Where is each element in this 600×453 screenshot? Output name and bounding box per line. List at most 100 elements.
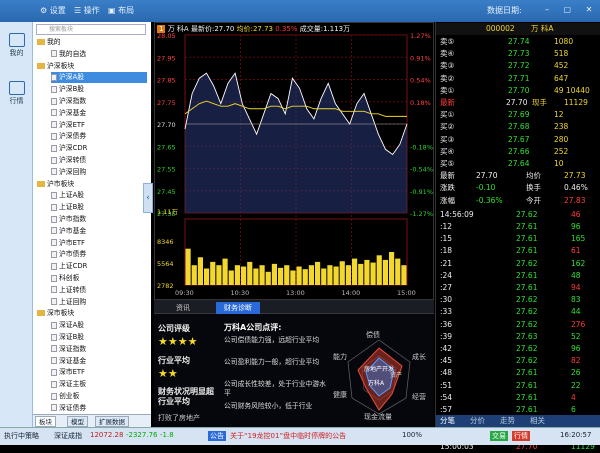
- tab-finance[interactable]: 财务诊断: [216, 302, 260, 314]
- tree-item[interactable]: 沪深基金: [51, 108, 147, 119]
- tree-item[interactable]: 深证A股: [51, 320, 147, 331]
- tree-item[interactable]: 上证A股: [51, 190, 147, 201]
- tree-item[interactable]: 沪深ETF: [51, 120, 147, 131]
- tree-search-input[interactable]: 搜索板块: [36, 24, 146, 35]
- tree-item[interactable]: 上证转债: [51, 285, 147, 296]
- review-item: 公司盈利能力一般，超行业平均: [224, 358, 320, 366]
- quote-cell: 162: [571, 258, 586, 268]
- tab-model[interactable]: 模型: [67, 416, 88, 427]
- tab-ticks[interactable]: 分笔: [440, 415, 455, 427]
- quote-cell: 涨幅: [440, 195, 455, 205]
- sell-row: 卖③ 27.72 452: [436, 60, 600, 72]
- tree-group[interactable]: 我的: [37, 37, 147, 48]
- price-tick: 27.45: [157, 188, 176, 196]
- tree-item-label: 创业板: [59, 392, 80, 400]
- tree-item[interactable]: 沪深CDR: [51, 143, 147, 154]
- tree-item[interactable]: 上证回购: [51, 297, 147, 308]
- volume-bar: [259, 265, 265, 285]
- tree-item[interactable]: 沪市指数: [51, 214, 147, 225]
- tree-item[interactable]: 深市ETF: [51, 367, 147, 378]
- tree-item[interactable]: 创业板: [51, 391, 147, 402]
- volume-bar: [327, 265, 333, 285]
- collapse-panel-button[interactable]: ‹: [143, 183, 153, 213]
- tree-item-label: 沪市指数: [59, 215, 87, 223]
- volume-bar: [345, 265, 351, 285]
- tab-sector[interactable]: 板块: [35, 416, 56, 427]
- tree-item[interactable]: 沪深回购: [51, 167, 147, 178]
- tree-item-label: 深市板块: [47, 309, 75, 318]
- tree-item-label: 沪市ETF: [59, 238, 85, 247]
- tab-price[interactable]: 分价: [470, 415, 485, 427]
- latest-label: 最新价:: [190, 25, 215, 33]
- tree-item[interactable]: 沪市债券: [51, 249, 147, 260]
- chart-stock-name: 万 科A: [167, 25, 189, 33]
- alert-button[interactable]: 行情: [512, 431, 530, 441]
- tree-item[interactable]: 沪深转债: [51, 155, 147, 166]
- tree-item[interactable]: 上证CDR: [51, 261, 147, 272]
- tree-item[interactable]: 深证主板: [51, 379, 147, 390]
- tree-item[interactable]: 沪深指数: [51, 96, 147, 107]
- exec-strategy[interactable]: 执行中策略: [4, 431, 39, 441]
- top-toolbar: ⚙ 设置 ☰ 操作 ▣ 布局 数据日期: – ▢ ✕: [0, 0, 600, 22]
- tree-item[interactable]: 沪市ETF: [51, 238, 147, 249]
- pct-tick: 0.91%: [410, 54, 431, 62]
- tab-related[interactable]: 相关: [530, 415, 545, 427]
- tree-item[interactable]: 我的自选: [51, 49, 147, 60]
- volume-bar: [271, 263, 277, 285]
- tree-item[interactable]: 科创板: [51, 273, 147, 284]
- tree-group[interactable]: 沪深板块: [37, 61, 147, 72]
- tab-trend[interactable]: 走势: [500, 415, 515, 427]
- quote-cell: 96: [571, 222, 581, 231]
- operate-menu[interactable]: ☰ 操作: [74, 5, 100, 16]
- volume-bar: [352, 258, 358, 285]
- tab-ext-data[interactable]: 扩展数据: [95, 416, 129, 427]
- tab-news[interactable]: 资讯: [168, 302, 198, 314]
- quote-cell: 280: [554, 134, 569, 144]
- time-tick: 13:00: [286, 289, 305, 297]
- notice-text[interactable]: 关于“19龙控01”盘中临时停牌的公告: [230, 431, 346, 441]
- pct-tick: 0.18%: [410, 99, 431, 107]
- tree-item[interactable]: 沪深B股: [51, 84, 147, 95]
- nav-market[interactable]: 行情: [2, 78, 31, 116]
- nav-mine[interactable]: 我的: [2, 30, 31, 68]
- tree-item[interactable]: 深证指数: [51, 344, 147, 355]
- folder-icon: [37, 310, 45, 317]
- quote-cell: 22: [571, 380, 581, 390]
- tree-item[interactable]: 沪深债券: [51, 131, 147, 142]
- tree-item-label: 上证回购: [59, 297, 87, 306]
- file-icon: [51, 380, 57, 388]
- quote-cell: :45: [440, 356, 453, 366]
- quote-cell: :27: [440, 283, 453, 292]
- summary-text: 财务状况明显超行业平均: [158, 387, 214, 406]
- stat-row: 涨幅 -0.36% 今开 27.83: [436, 195, 600, 207]
- tree-item-label: 上证转债: [59, 285, 87, 294]
- trade-button[interactable]: 交易: [490, 431, 508, 441]
- chart-badge: 1: [157, 25, 166, 33]
- price-tick: 27.65: [157, 143, 176, 151]
- quote-cell: :30: [440, 295, 453, 305]
- zoom-level[interactable]: 100%: [402, 431, 422, 439]
- layout-menu[interactable]: ▣ 布局: [108, 5, 134, 16]
- window-controls[interactable]: – ▢ ✕: [545, 5, 598, 14]
- quote-cell: 涨跌: [440, 183, 455, 193]
- quote-cell: 27.62: [516, 258, 538, 268]
- tree-group[interactable]: 沪市板块: [37, 179, 147, 190]
- file-icon: [51, 404, 57, 412]
- tree-item[interactable]: 深证债券: [51, 403, 147, 414]
- tree-item[interactable]: 上证B股: [51, 202, 147, 213]
- quote-cell: 27.62: [516, 295, 538, 305]
- bottom-tabs: 资讯 财务诊断: [154, 300, 434, 314]
- tick-row: :48 27.61 26: [436, 367, 600, 379]
- quote-cell: :36: [440, 319, 453, 329]
- settings-menu[interactable]: ⚙ 设置: [40, 5, 66, 16]
- tick-row: :21 27.62 162: [436, 258, 600, 270]
- tree-item[interactable]: 深证基金: [51, 356, 147, 367]
- index-change: -2327.76: [126, 431, 158, 439]
- tree-item[interactable]: 沪市基金: [51, 226, 147, 237]
- buy-row: 买⑤ 27.64 10: [436, 158, 600, 170]
- tree-group[interactable]: 深市板块: [37, 308, 147, 319]
- tree-item[interactable]: 深证B股: [51, 332, 147, 343]
- quote-cell: 27.61: [516, 222, 538, 231]
- tree-item[interactable]: 沪深A股: [51, 72, 147, 84]
- intraday-chart[interactable]: 28.05 27.95 27.85 27.75 27.70 27.65 27.55 27.45…: [154, 22, 434, 300]
